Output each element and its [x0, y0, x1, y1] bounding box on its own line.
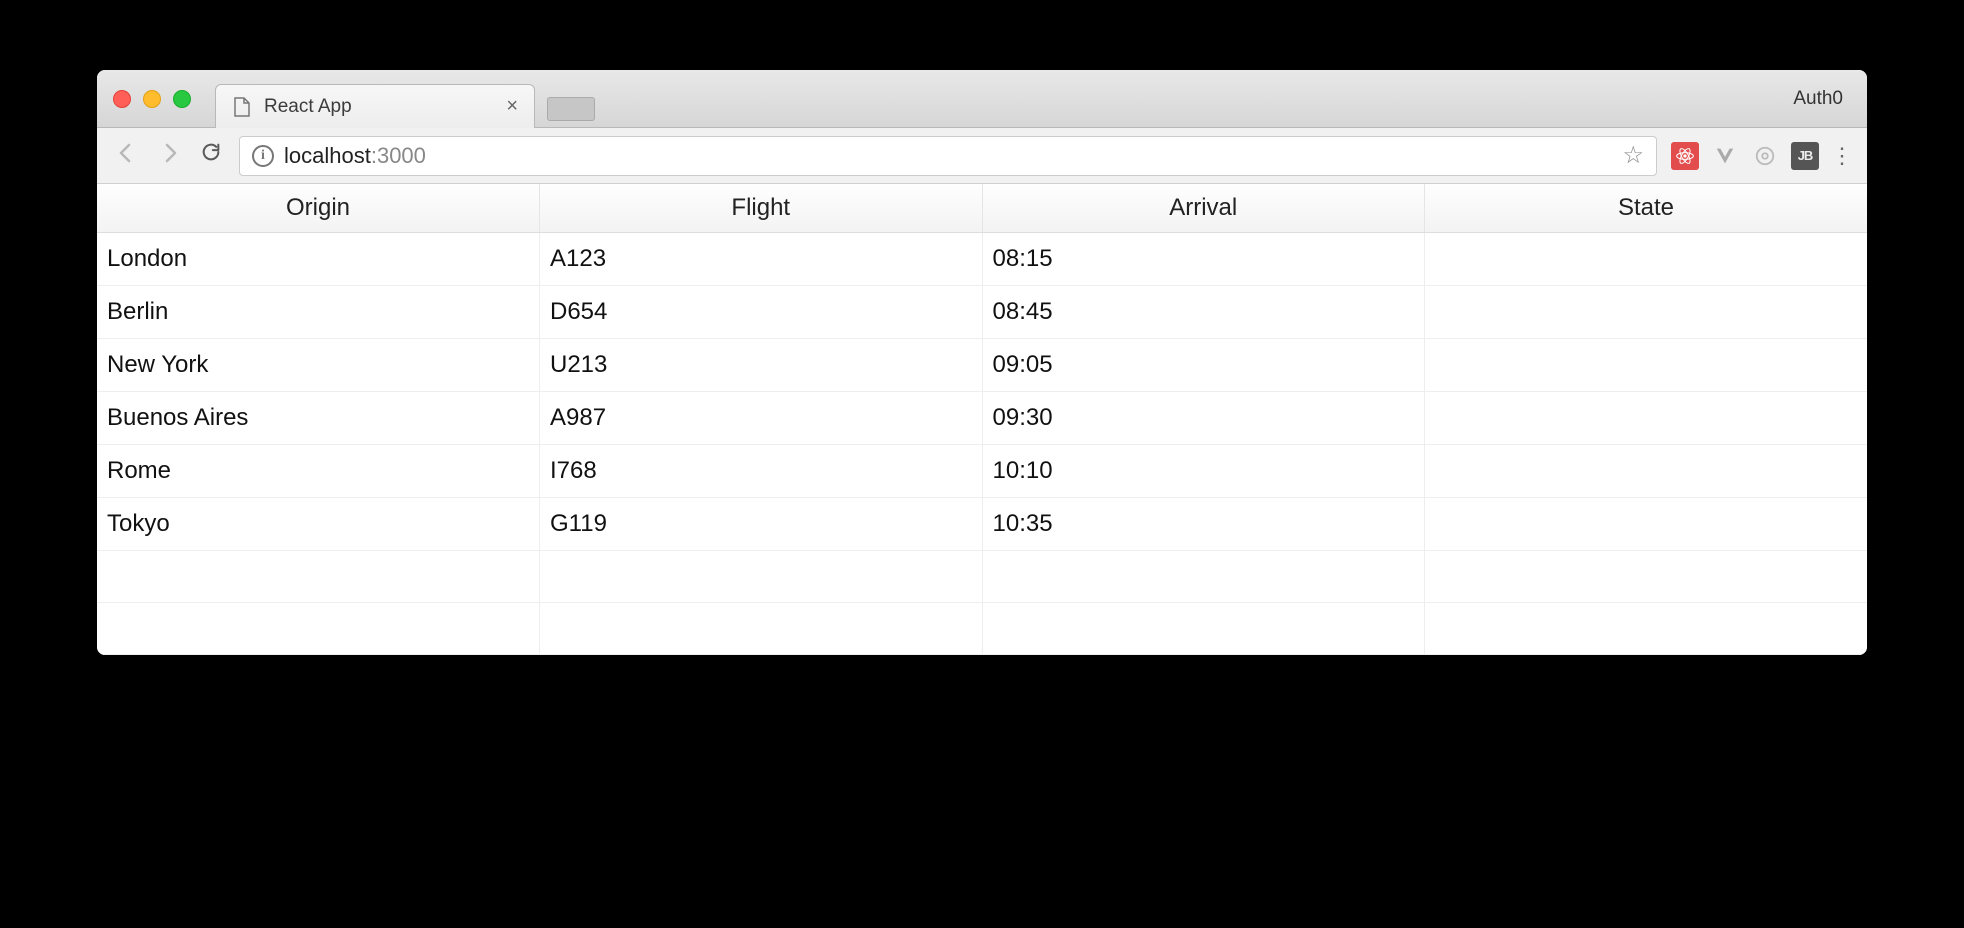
cell-flight: D654	[540, 286, 983, 339]
titlebar: React App × Auth0	[97, 70, 1867, 128]
traffic-lights	[113, 90, 191, 108]
cell-arrival: 09:05	[982, 339, 1425, 392]
page-content: Origin Flight Arrival State LondonA12308…	[97, 184, 1867, 655]
cell-empty	[982, 551, 1425, 603]
tab-close-icon[interactable]: ×	[506, 95, 518, 118]
cell-empty	[540, 603, 983, 655]
cell-origin: Rome	[97, 445, 540, 498]
vue-devtools-icon[interactable]	[1711, 142, 1739, 170]
cell-flight: G119	[540, 498, 983, 551]
cell-state	[1425, 233, 1868, 286]
browser-tab[interactable]: React App ×	[215, 84, 535, 128]
cell-state	[1425, 339, 1868, 392]
header-arrival: Arrival	[982, 184, 1425, 233]
cell-state	[1425, 445, 1868, 498]
cell-origin: New York	[97, 339, 540, 392]
cell-empty	[1425, 603, 1868, 655]
page-icon	[232, 97, 252, 117]
tab-strip: React App ×	[215, 70, 1793, 127]
cell-origin: Tokyo	[97, 498, 540, 551]
react-devtools-icon[interactable]	[1671, 142, 1699, 170]
cell-empty	[982, 603, 1425, 655]
table-header-row: Origin Flight Arrival State	[97, 184, 1867, 233]
header-flight: Flight	[540, 184, 983, 233]
cell-arrival: 08:15	[982, 233, 1425, 286]
cell-empty	[97, 603, 540, 655]
forward-button[interactable]	[155, 140, 183, 172]
table-row-empty	[97, 603, 1867, 655]
address-bar[interactable]: i localhost:3000 ☆	[239, 136, 1657, 176]
table-row: BerlinD65408:45	[97, 286, 1867, 339]
cell-state	[1425, 286, 1868, 339]
cell-arrival: 08:45	[982, 286, 1425, 339]
window-minimize-button[interactable]	[143, 90, 161, 108]
cell-arrival: 10:35	[982, 498, 1425, 551]
cell-arrival: 09:30	[982, 392, 1425, 445]
toolbar: i localhost:3000 ☆ JB ⋮	[97, 128, 1867, 184]
cell-origin: Buenos Aires	[97, 392, 540, 445]
table-row: New YorkU21309:05	[97, 339, 1867, 392]
cell-flight: A123	[540, 233, 983, 286]
window-maximize-button[interactable]	[173, 90, 191, 108]
bookmark-icon[interactable]: ☆	[1622, 141, 1644, 170]
tab-title: React App	[264, 96, 494, 118]
reload-button[interactable]	[197, 141, 225, 170]
cell-origin: London	[97, 233, 540, 286]
table-row-empty	[97, 551, 1867, 603]
flights-table: Origin Flight Arrival State LondonA12308…	[97, 184, 1867, 655]
window-close-button[interactable]	[113, 90, 131, 108]
extension-circle-icon[interactable]	[1751, 142, 1779, 170]
site-info-icon[interactable]: i	[252, 145, 274, 167]
table-row: LondonA12308:15	[97, 233, 1867, 286]
header-origin: Origin	[97, 184, 540, 233]
browser-window: React App × Auth0 i localhost:3000 ☆	[97, 70, 1867, 655]
cell-flight: A987	[540, 392, 983, 445]
url-text: localhost:3000	[284, 143, 426, 169]
cell-origin: Berlin	[97, 286, 540, 339]
table-row: Buenos AiresA98709:30	[97, 392, 1867, 445]
cell-arrival: 10:10	[982, 445, 1425, 498]
cell-state	[1425, 392, 1868, 445]
cell-empty	[97, 551, 540, 603]
url-port: :3000	[371, 143, 426, 168]
browser-menu-icon[interactable]: ⋮	[1831, 143, 1851, 169]
cell-flight: U213	[540, 339, 983, 392]
header-state: State	[1425, 184, 1868, 233]
extension-icons: JB ⋮	[1671, 142, 1851, 170]
profile-label[interactable]: Auth0	[1793, 88, 1851, 110]
table-row: RomeI76810:10	[97, 445, 1867, 498]
back-button[interactable]	[113, 140, 141, 172]
jetbrains-icon[interactable]: JB	[1791, 142, 1819, 170]
cell-empty	[1425, 551, 1868, 603]
table-row: TokyoG11910:35	[97, 498, 1867, 551]
cell-flight: I768	[540, 445, 983, 498]
new-tab-button[interactable]	[547, 97, 595, 121]
url-host: localhost	[284, 143, 371, 168]
cell-empty	[540, 551, 983, 603]
cell-state	[1425, 498, 1868, 551]
